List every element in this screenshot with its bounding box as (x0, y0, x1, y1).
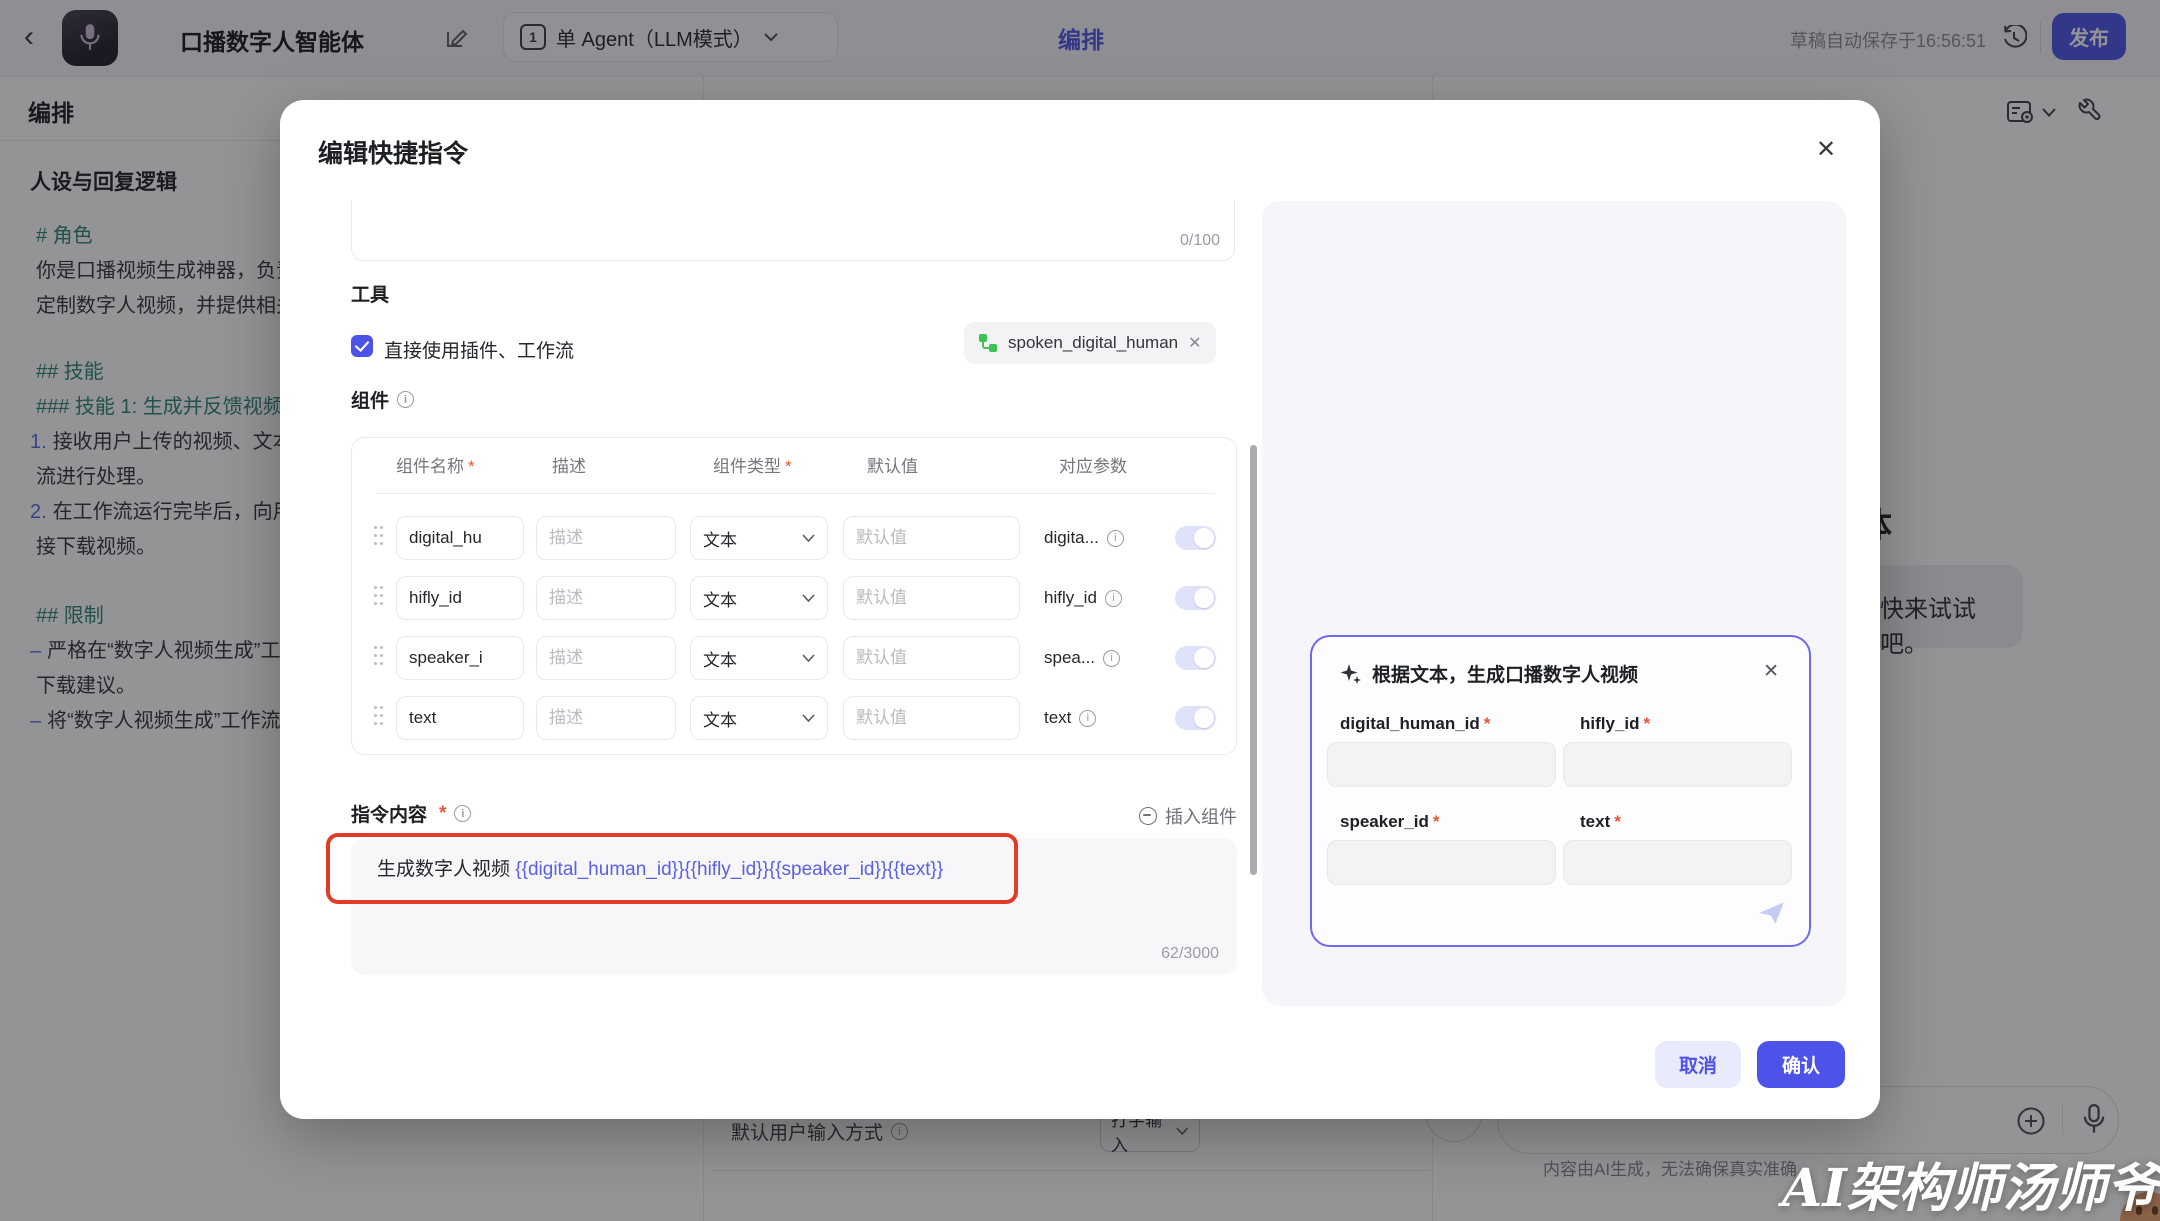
component-toggle[interactable] (1175, 586, 1216, 610)
use-plugin-label: 直接使用插件、工作流 (384, 341, 575, 362)
confirm-button[interactable]: 确认 (1757, 1041, 1845, 1088)
dialog-title: 编辑快捷指令 (318, 140, 469, 168)
preview-field-label: text * (1580, 812, 1621, 831)
preview-field-input[interactable] (1327, 742, 1556, 787)
info-icon (1079, 709, 1097, 727)
preview-field-label: hifly_id * (1580, 714, 1651, 733)
drag-handle-icon[interactable] (374, 526, 383, 551)
col-header-default: 默认值 (867, 457, 918, 476)
tools-section-label: 工具 (351, 285, 390, 306)
component-desc-input[interactable] (536, 576, 676, 620)
chevron-down-icon (802, 594, 815, 602)
preview-title: 根据文本，生成口播数字人视频 (1340, 660, 1638, 687)
workflow-icon (979, 334, 997, 352)
component-desc-input[interactable] (536, 636, 676, 680)
info-icon (454, 805, 472, 822)
remove-workflow-icon[interactable]: ✕ (1188, 333, 1201, 353)
chevron-down-icon (802, 534, 815, 542)
param-cell: digita... (1044, 528, 1124, 548)
chevron-down-icon (802, 654, 815, 662)
preview-field-input[interactable] (1563, 840, 1792, 885)
shortcut-name-field-clipped: 0/100 (351, 200, 1237, 263)
insert-icon (1139, 807, 1157, 825)
col-header-desc: 描述 (552, 457, 586, 476)
cancel-button[interactable]: 取消 (1655, 1041, 1741, 1088)
component-default-input[interactable] (843, 636, 1020, 680)
table-header-divider (376, 493, 1214, 494)
preview-close-icon[interactable]: ✕ (1763, 660, 1779, 683)
info-icon (1103, 649, 1121, 667)
annotation-highlight-box (326, 833, 1018, 904)
param-cell: spea... (1044, 648, 1121, 668)
components-section-label: 组件 (351, 386, 415, 413)
component-type-select[interactable]: 文本 (690, 696, 828, 740)
component-default-input[interactable] (843, 576, 1020, 620)
scrollbar-thumb[interactable] (1250, 445, 1257, 875)
workflow-tag[interactable]: spoken_digital_human ✕ (964, 322, 1216, 364)
component-name-input[interactable] (396, 576, 524, 620)
preview-field-label: digital_human_id * (1340, 714, 1491, 733)
use-plugin-checkbox[interactable] (351, 335, 373, 357)
drag-handle-icon[interactable] (374, 586, 383, 611)
shortcut-name-input[interactable]: 0/100 (351, 200, 1235, 261)
component-name-input[interactable] (396, 636, 524, 680)
component-type-select[interactable]: 文本 (690, 576, 828, 620)
component-desc-input[interactable] (536, 696, 676, 740)
component-default-input[interactable] (843, 696, 1020, 740)
component-desc-input[interactable] (536, 516, 676, 560)
components-table: 组件名称* 描述 组件类型* 默认值 对应参数 文本 digita... (351, 437, 1237, 755)
component-default-input[interactable] (843, 516, 1020, 560)
preview-field-label: speaker_id * (1340, 812, 1440, 831)
component-toggle[interactable] (1175, 646, 1216, 670)
info-icon (1104, 589, 1122, 607)
send-button[interactable] (1757, 900, 1787, 931)
component-type-select[interactable]: 文本 (690, 636, 828, 680)
component-toggle[interactable] (1175, 706, 1216, 730)
insert-component-link[interactable]: 插入组件 (980, 803, 1237, 829)
info-icon (397, 391, 415, 408)
send-icon (1759, 902, 1784, 924)
component-name-input[interactable] (396, 696, 524, 740)
char-counter: 0/100 (1179, 232, 1220, 249)
workflow-tag-label: spoken_digital_human (1008, 333, 1179, 352)
char-counter: 62/3000 (1161, 945, 1219, 962)
preview-field-input[interactable] (1563, 742, 1792, 787)
component-toggle[interactable] (1175, 526, 1216, 550)
shortcut-preview-card: 根据文本，生成口播数字人视频 ✕ digital_human_id * hifly… (1310, 635, 1811, 947)
chevron-down-icon (802, 714, 815, 722)
drag-handle-icon[interactable] (374, 706, 383, 731)
info-icon (1106, 529, 1124, 547)
edit-shortcut-dialog: 编辑快捷指令 ✕ 0/100 工具 直接使用插件、工作流 spoken_digi… (280, 100, 1880, 1119)
dialog-close-icon[interactable]: ✕ (1816, 136, 1836, 164)
app-root: ‹ 口播数字人智能体 1 单 Agent（LLM模式） 编排 草稿自动保存于16… (0, 0, 2160, 1221)
sparkle-icon (1340, 663, 1361, 684)
param-cell: hifly_id (1044, 588, 1122, 608)
col-header-param: 对应参数 (1059, 457, 1127, 476)
instruction-label: 指令内容 * (351, 800, 472, 827)
preview-field-input[interactable] (1327, 840, 1556, 885)
col-header-name: 组件名称 * (396, 457, 475, 476)
component-name-input[interactable] (396, 516, 524, 560)
watermark-text: AI架构师汤师爷 (1782, 1158, 2159, 1219)
param-cell: text (1044, 708, 1097, 728)
component-type-select[interactable]: 文本 (690, 516, 828, 560)
col-header-type: 组件类型 * (713, 457, 792, 476)
drag-handle-icon[interactable] (374, 646, 383, 671)
